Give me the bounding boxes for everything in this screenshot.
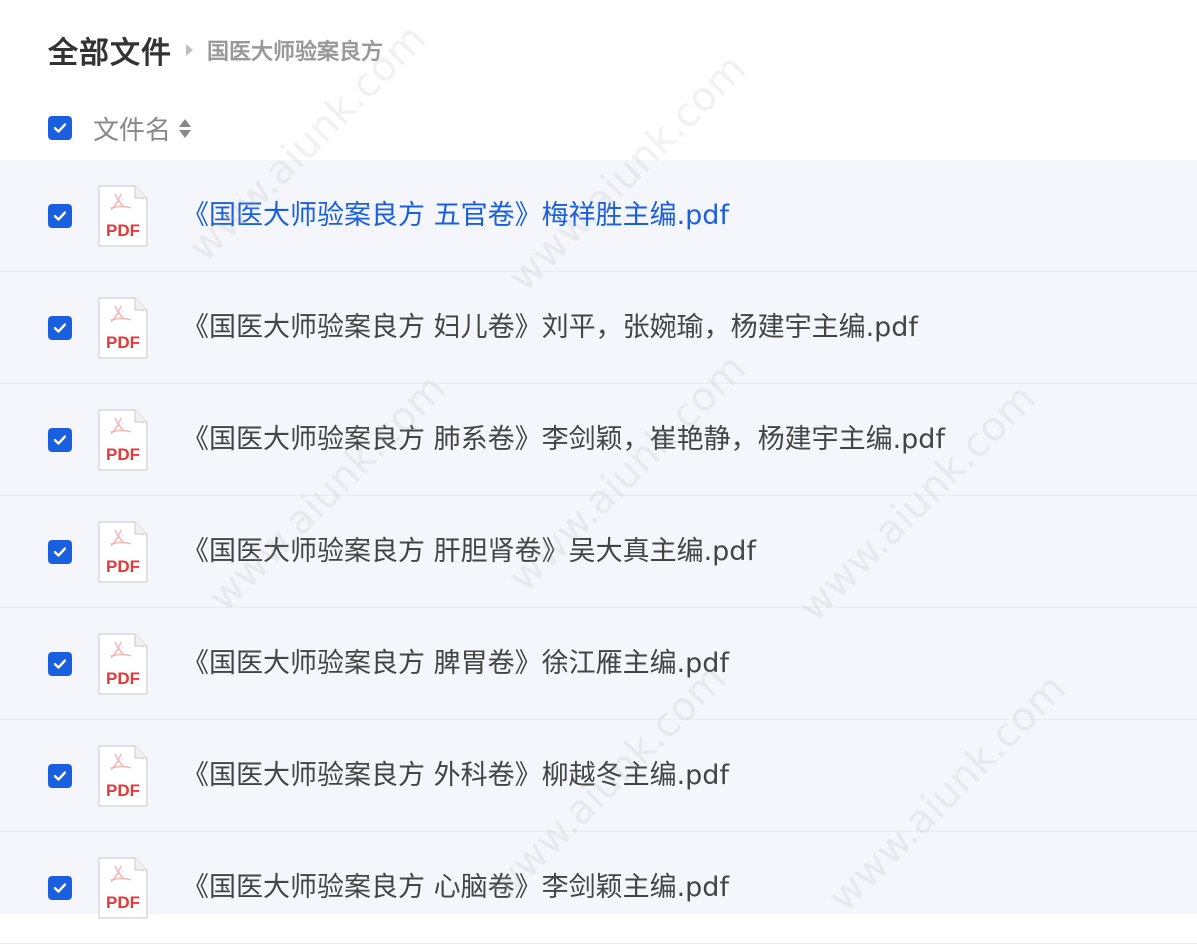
checkmark-icon — [53, 659, 67, 669]
file-checkbox[interactable] — [48, 652, 72, 676]
file-row[interactable]: PDF 《国医大师验案良方 妇儿卷》刘平，张婉瑜，杨建宇主编.pdf — [0, 272, 1197, 384]
checkmark-icon — [53, 123, 67, 133]
svg-text:PDF: PDF — [106, 557, 140, 576]
pdf-file-icon: PDF — [97, 408, 149, 472]
breadcrumb-root[interactable]: 全部文件 — [48, 28, 172, 72]
svg-text:PDF: PDF — [106, 781, 140, 800]
file-row[interactable]: PDF 《国医大师验案良方 外科卷》柳越冬主编.pdf — [0, 720, 1197, 832]
file-name-link[interactable]: 《国医大师验案良方 外科卷》柳越冬主编.pdf — [182, 756, 729, 796]
file-checkbox[interactable] — [48, 540, 72, 564]
file-name-link[interactable]: 《国医大师验案良方 心脑卷》李剑颖主编.pdf — [182, 868, 729, 908]
file-checkbox[interactable] — [48, 876, 72, 900]
file-checkbox[interactable] — [48, 316, 72, 340]
sort-icon[interactable] — [179, 118, 192, 138]
svg-text:PDF: PDF — [106, 893, 140, 912]
column-filename-label[interactable]: 文件名 — [93, 110, 171, 147]
checkmark-icon — [53, 211, 67, 221]
svg-text:PDF: PDF — [106, 221, 140, 240]
breadcrumb-current: 国医大师验案良方 — [207, 40, 384, 65]
breadcrumb: 全部文件 国医大师验案良方 — [48, 28, 384, 72]
checkmark-icon — [53, 435, 67, 445]
list-header: 文件名 — [48, 108, 192, 148]
file-name-link[interactable]: 《国医大师验案良方 脾胃卷》徐江雁主编.pdf — [182, 644, 729, 684]
pdf-file-icon: PDF — [97, 520, 149, 584]
pdf-file-icon: PDF — [97, 632, 149, 696]
file-checkbox[interactable] — [48, 204, 72, 228]
pdf-file-icon: PDF — [97, 856, 149, 920]
checkmark-icon — [53, 547, 67, 557]
pdf-file-icon: PDF — [97, 296, 149, 360]
checkmark-icon — [53, 883, 67, 893]
file-row[interactable]: PDF 《国医大师验案良方 肺系卷》李剑颖，崔艳静，杨建宇主编.pdf — [0, 384, 1197, 496]
file-name-link[interactable]: 《国医大师验案良方 妇儿卷》刘平，张婉瑜，杨建宇主编.pdf — [182, 308, 918, 348]
file-row[interactable]: PDF 《国医大师验案良方 肝胆肾卷》吴大真主编.pdf — [0, 496, 1197, 608]
file-name-link[interactable]: 《国医大师验案良方 五官卷》梅祥胜主编.pdf — [182, 196, 729, 236]
svg-text:PDF: PDF — [106, 333, 140, 352]
svg-text:PDF: PDF — [106, 669, 140, 688]
checkmark-icon — [53, 771, 67, 781]
breadcrumb-separator-icon — [186, 44, 193, 56]
svg-text:PDF: PDF — [106, 445, 140, 464]
file-name-link[interactable]: 《国医大师验案良方 肝胆肾卷》吴大真主编.pdf — [182, 532, 756, 572]
file-name-link[interactable]: 《国医大师验案良方 肺系卷》李剑颖，崔艳静，杨建宇主编.pdf — [182, 420, 945, 460]
pdf-file-icon: PDF — [97, 184, 149, 248]
file-row[interactable]: PDF 《国医大师验案良方 心脑卷》李剑颖主编.pdf — [0, 832, 1197, 944]
file-row[interactable]: PDF 《国医大师验案良方 脾胃卷》徐江雁主编.pdf — [0, 608, 1197, 720]
file-list: PDF 《国医大师验案良方 五官卷》梅祥胜主编.pdf PDF 《国医大师验案良… — [0, 160, 1197, 944]
checkmark-icon — [53, 323, 67, 333]
select-all-checkbox[interactable] — [48, 116, 72, 140]
file-checkbox[interactable] — [48, 764, 72, 788]
file-row[interactable]: PDF 《国医大师验案良方 五官卷》梅祥胜主编.pdf — [0, 160, 1197, 272]
file-checkbox[interactable] — [48, 428, 72, 452]
pdf-file-icon: PDF — [97, 744, 149, 808]
